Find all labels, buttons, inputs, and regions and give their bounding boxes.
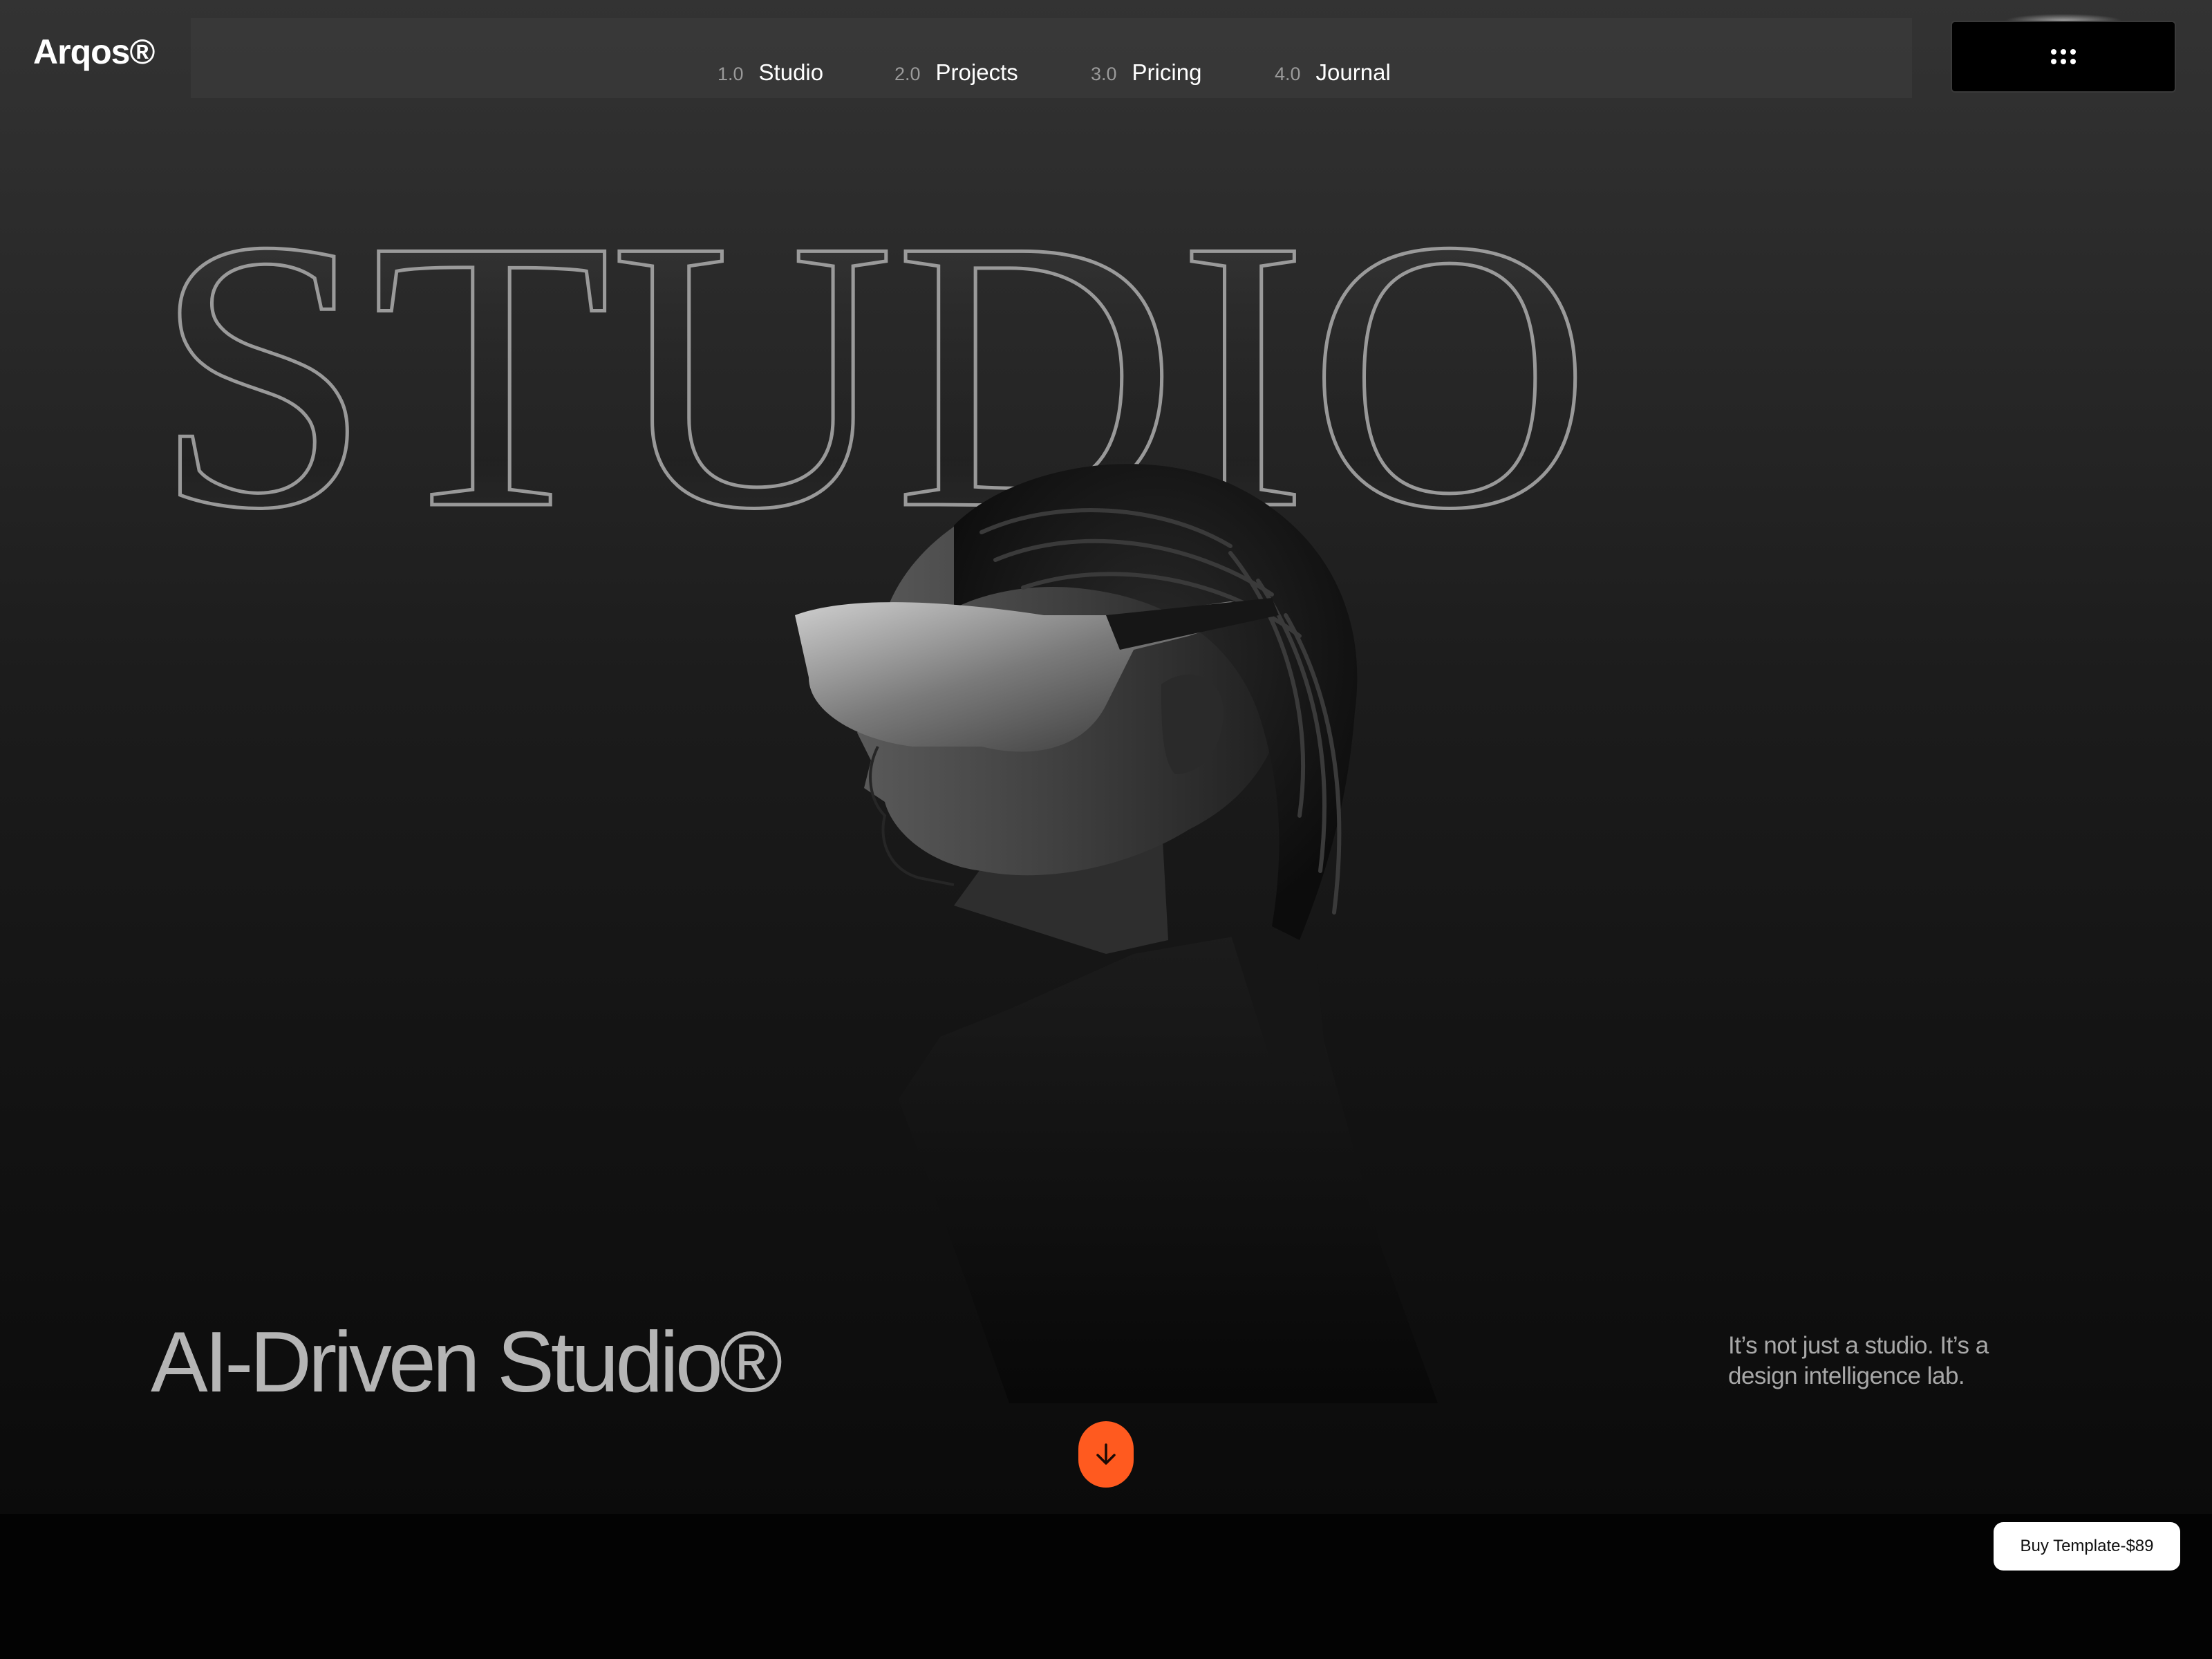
- top-navigation: 1.0 Studio 2.0 Projects 3.0 Pricing 4.0 …: [191, 18, 1912, 98]
- nav-item-label: Pricing: [1132, 59, 1202, 85]
- nav-item-studio[interactable]: 1.0 Studio: [718, 59, 823, 86]
- scroll-down-button[interactable]: [1078, 1421, 1134, 1488]
- menu-button[interactable]: [1951, 21, 2176, 93]
- hero-section: STUDIO Arqos® 1.0 Studio 2.0 Projects 3.…: [0, 0, 2212, 1514]
- nav-item-number: 3.0: [1091, 64, 1117, 84]
- arrow-down-icon: [1096, 1443, 1116, 1465]
- nav-item-label: Journal: [1315, 59, 1391, 85]
- brand-logo[interactable]: Arqos®: [33, 32, 155, 72]
- hero-heading: AI-Driven Studio®: [151, 1315, 782, 1410]
- nav-item-number: 1.0: [718, 64, 744, 84]
- nav-item-journal[interactable]: 4.0 Journal: [1275, 59, 1391, 86]
- hero-portrait-image: [795, 464, 1438, 1403]
- buy-template-button[interactable]: Buy Template-$89: [1994, 1522, 2180, 1571]
- nav-item-projects[interactable]: 2.0 Projects: [894, 59, 1018, 86]
- page-footer-area: [0, 1514, 2212, 1659]
- hero-tagline: It’s not just a studio. It’s a design in…: [1728, 1332, 1989, 1389]
- nav-item-label: Studio: [758, 59, 824, 85]
- nav-item-pricing[interactable]: 3.0 Pricing: [1091, 59, 1201, 86]
- dots-grid-icon: [2051, 49, 2076, 64]
- nav-item-number: 4.0: [1275, 64, 1301, 84]
- nav-item-number: 2.0: [894, 64, 921, 84]
- nav-item-label: Projects: [935, 59, 1018, 85]
